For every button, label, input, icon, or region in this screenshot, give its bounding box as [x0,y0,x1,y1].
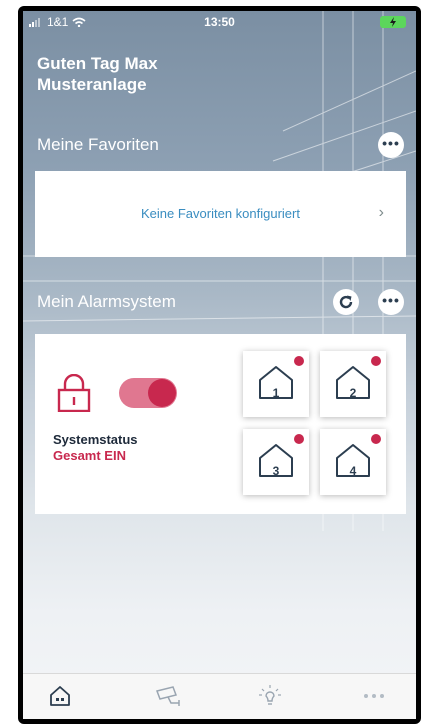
favorites-title: Meine Favoriten [37,135,159,154]
greeting-name: Guten Tag Max [37,54,158,73]
lock-icon [57,374,91,412]
chevron-right-icon: › [378,204,384,221]
zone-status-dot [294,434,304,444]
zone-1-button[interactable]: 1 [243,351,309,417]
alarm-card: Systemstatus Gesamt EIN 1 2 3 4 [35,334,406,514]
camera-icon [156,686,180,706]
arm-toggle[interactable] [119,378,177,408]
alarm-title: Mein Alarmsystem [37,292,176,311]
greeting: Guten Tag Max Musteranlage [37,53,158,95]
favorites-more-button[interactable]: ••• [378,132,404,158]
tab-cameras[interactable] [151,682,185,710]
zone-label: 4 [349,464,357,478]
light-bulb-icon [259,685,281,705]
system-status-value: Gesamt EIN [53,448,126,463]
tab-more[interactable] [357,682,391,710]
status-bar: 1&1 13:50 [23,11,416,33]
installation-name: Musteranlage [37,75,147,94]
home-icon [50,686,70,706]
zone-status-dot [371,434,381,444]
refresh-button[interactable] [333,289,359,315]
zone-2-button[interactable]: 2 [320,351,386,417]
zone-label: 3 [272,464,280,478]
clock: 13:50 [204,15,235,29]
refresh-icon [339,295,353,309]
ellipsis-icon: ••• [382,292,400,308]
zone-4-button[interactable]: 4 [320,429,386,495]
favorites-card[interactable]: Keine Favoriten konfiguriert › [35,171,406,257]
tab-home[interactable] [43,682,77,710]
favorites-empty-text: Keine Favoriten konfiguriert [141,206,300,221]
more-icon [364,694,384,698]
zone-status-dot [371,356,381,366]
tab-lights[interactable] [253,682,287,710]
battery-icon [380,16,406,28]
system-status-label: Systemstatus [53,432,138,447]
ellipsis-icon: ••• [382,135,400,151]
zone-label: 2 [349,386,357,400]
tab-bar [23,673,416,719]
app-screen: 1&1 13:50 Guten Tag Max Musteranlage Mei… [23,11,416,719]
zone-status-dot [294,356,304,366]
toggle-knob [148,379,176,407]
zone-3-button[interactable]: 3 [243,429,309,495]
zone-label: 1 [272,386,280,400]
alarm-more-button[interactable]: ••• [378,289,404,315]
charging-icon [390,17,396,27]
